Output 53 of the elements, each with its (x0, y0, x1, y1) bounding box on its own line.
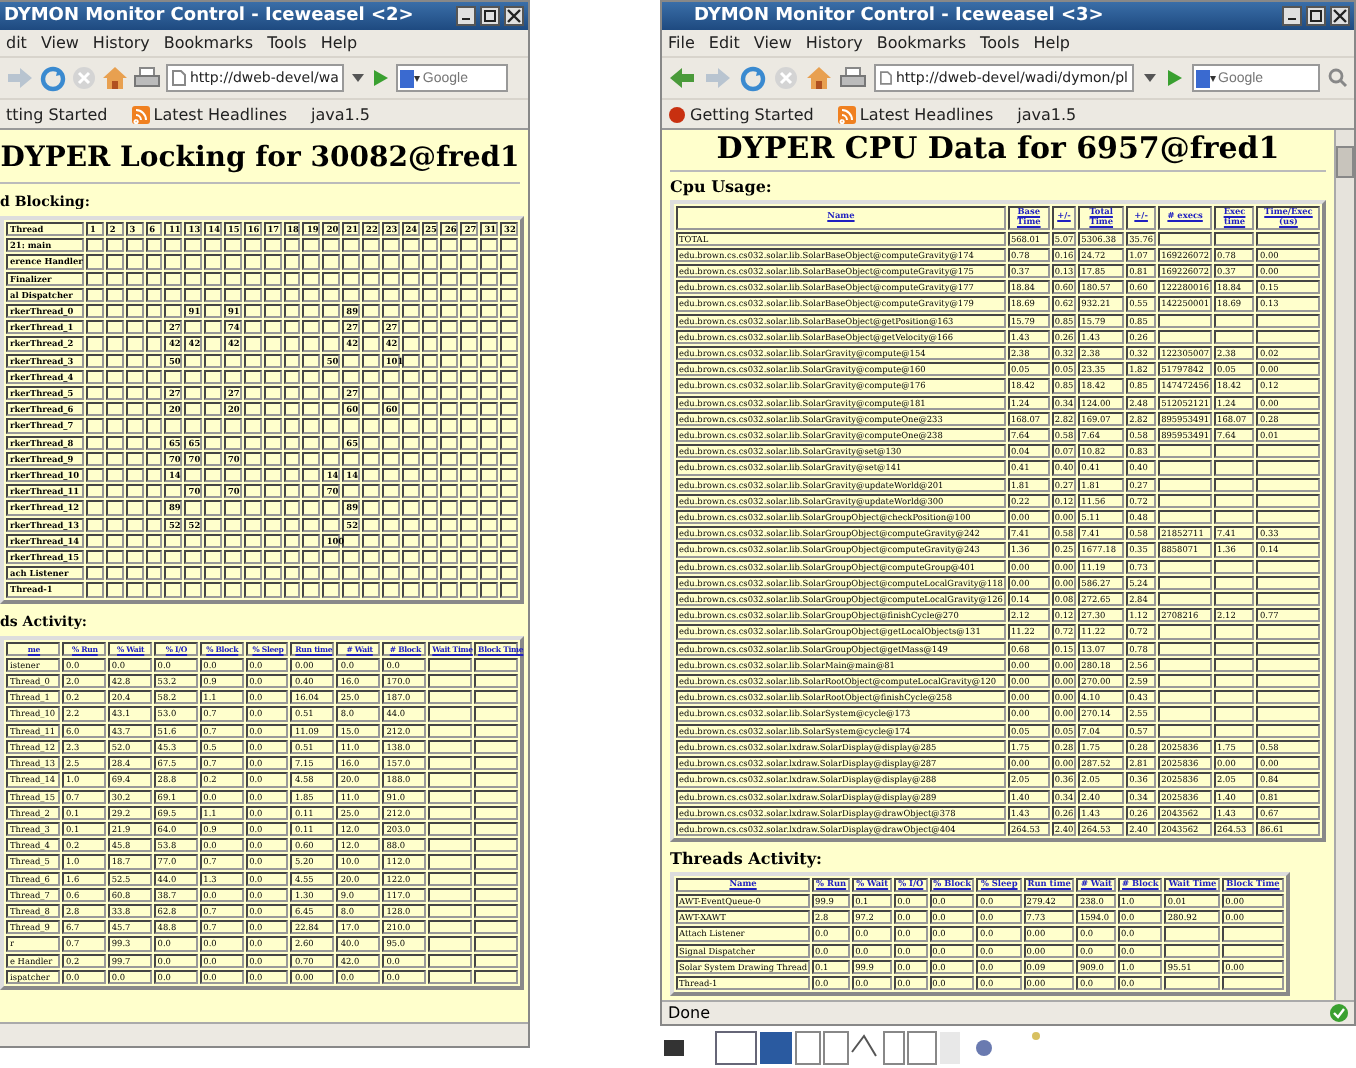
status-text: Done (668, 1004, 711, 1022)
minimize-button[interactable] (456, 6, 476, 26)
print-icon[interactable] (134, 66, 160, 90)
page-heading: DYPER Locking for 30082@fred1 (0, 142, 520, 174)
bookmark-icon[interactable] (668, 105, 686, 123)
menu-item[interactable]: History (805, 34, 863, 52)
menu-item[interactable]: dit (6, 34, 27, 52)
search-engine-icon[interactable] (1196, 69, 1216, 87)
window-title: DYMON Monitor Control - Iceweasel <2> (4, 6, 414, 26)
bookmark-link[interactable]: Latest Headlines (153, 105, 288, 123)
search-engine-icon[interactable] (400, 69, 421, 87)
reload-icon[interactable] (40, 65, 66, 91)
menu-item[interactable]: Help (1033, 34, 1071, 52)
menu-item[interactable]: Edit (708, 34, 740, 52)
dropdown-arrow-icon[interactable] (1142, 70, 1158, 86)
section-title: Threads Activity: (670, 848, 824, 869)
bookmark-link[interactable]: Getting Started (690, 105, 814, 123)
menu-item[interactable]: Help (320, 34, 358, 52)
section-title: Cpu Usage: (670, 176, 774, 196)
close-button[interactable] (504, 6, 524, 26)
search-icon[interactable] (1328, 68, 1348, 88)
rss-feed-icon[interactable] (837, 105, 856, 123)
menu-item[interactable]: Tools (980, 34, 1020, 52)
menu-item[interactable]: File (668, 34, 695, 52)
menu-item[interactable]: Tools (267, 34, 307, 52)
menu-item[interactable]: Bookmarks (876, 34, 967, 52)
bookmark-link[interactable]: java1.5 (311, 105, 371, 123)
bookmark-link[interactable]: Latest Headlines (859, 105, 994, 123)
scrollbar[interactable] (1334, 130, 1354, 1000)
back-arrow-icon[interactable] (668, 66, 696, 90)
rss-feed-icon[interactable] (131, 105, 150, 123)
maximize-button[interactable] (480, 6, 500, 26)
home-icon[interactable] (806, 66, 832, 90)
bookmark-link[interactable]: tting Started (6, 105, 108, 123)
window-title: DYMON Monitor Control - Iceweasel <3> (692, 6, 1104, 26)
maximize-button[interactable] (1306, 6, 1326, 26)
page-icon (880, 70, 892, 86)
reload-icon[interactable] (740, 65, 766, 91)
go-arrow-icon[interactable] (372, 68, 391, 88)
menu-item[interactable]: Bookmarks (163, 34, 254, 52)
bookmark-link[interactable]: java1.5 (1017, 105, 1077, 123)
dropdown-arrow-icon[interactable] (350, 70, 367, 86)
home-icon[interactable] (102, 66, 128, 90)
go-arrow-icon[interactable] (1166, 68, 1184, 88)
close-button[interactable] (1330, 6, 1350, 26)
security-check-icon (1330, 1004, 1348, 1022)
page-heading: DYPER CPU Data for 6957@fred1 (714, 130, 1282, 166)
print-icon[interactable] (840, 66, 866, 90)
minimize-button[interactable] (1282, 6, 1302, 26)
menu-item[interactable]: View (753, 34, 792, 52)
menu-item[interactable]: History (92, 34, 150, 52)
menu-item[interactable]: View (40, 34, 79, 52)
page-icon (172, 70, 186, 86)
